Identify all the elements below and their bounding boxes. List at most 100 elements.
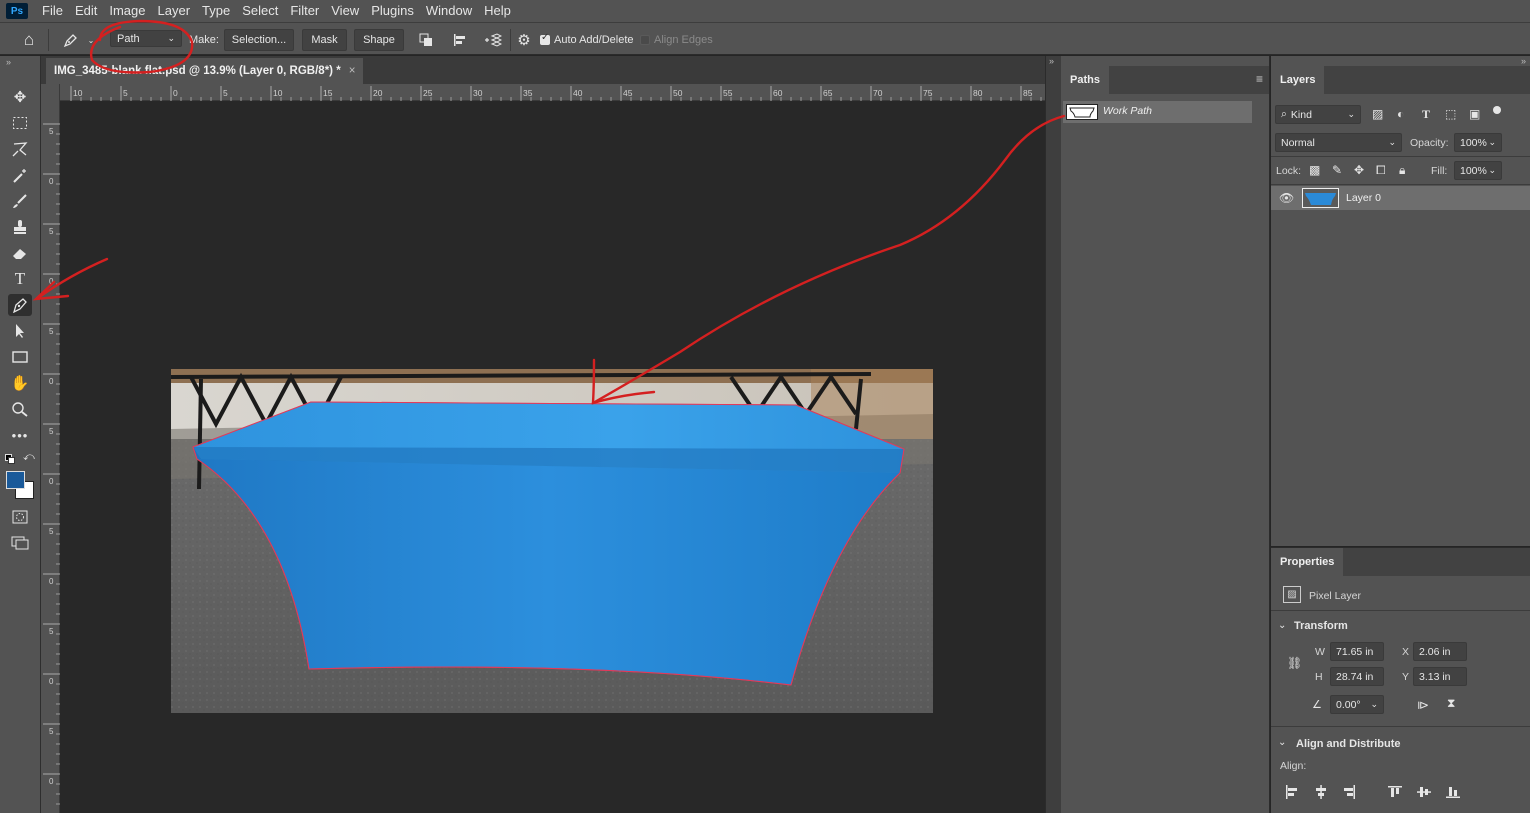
move-tool-icon[interactable]: ✥ <box>8 86 32 108</box>
pen-tool-preset-icon[interactable] <box>58 29 84 51</box>
brush-tool-icon[interactable] <box>8 190 32 212</box>
align-vertical-centers-icon[interactable] <box>1417 785 1431 802</box>
path-arrangement-icon[interactable] <box>482 29 504 51</box>
hand-tool-icon[interactable]: ✋ <box>8 372 32 394</box>
eraser-tool-icon[interactable] <box>8 242 32 264</box>
menu-image[interactable]: Image <box>103 0 151 22</box>
zoom-tool-icon[interactable] <box>8 398 32 420</box>
magic-wand-tool-icon[interactable] <box>8 164 32 186</box>
menu-filter[interactable]: Filter <box>284 0 325 22</box>
chevron-down-icon[interactable]: ⌄ <box>1278 736 1286 750</box>
marquee-tool-icon[interactable] <box>8 112 32 134</box>
lasso-tool-icon[interactable] <box>8 138 32 160</box>
foreground-color-swatch[interactable] <box>6 471 25 489</box>
eye-visibility-icon[interactable]: 👁︎ <box>1279 191 1294 205</box>
tab-paths[interactable]: Paths <box>1061 66 1109 94</box>
x-field[interactable]: 2.06 in <box>1413 642 1467 661</box>
make-selection-button[interactable]: Selection... <box>224 29 294 51</box>
link-dimensions-icon[interactable]: ⛓︎ <box>1287 656 1302 670</box>
home-icon[interactable]: ⌂ <box>16 29 42 51</box>
menu-file[interactable]: File <box>36 0 69 22</box>
ruler-label: 65 <box>823 88 833 98</box>
make-shape-button[interactable]: Shape <box>354 29 404 51</box>
menu-edit[interactable]: Edit <box>69 0 103 22</box>
blend-mode-select[interactable]: Normal ⌄ <box>1275 133 1402 152</box>
layer-filter-kind-select[interactable]: ⌕ Kind ⌄ <box>1275 105 1361 124</box>
menu-type[interactable]: Type <box>196 0 236 22</box>
filter-pixel-icon[interactable]: ▨ <box>1372 107 1383 121</box>
tools-panel: » ✥ T ✋ ••• ⤺ <box>0 56 41 813</box>
lock-artboard-icon[interactable]: ⧠ <box>1376 163 1386 177</box>
lock-position-icon[interactable]: ✥ <box>1354 163 1364 177</box>
chevron-down-icon[interactable]: ⌄ <box>1278 619 1286 633</box>
y-field[interactable]: 3.13 in <box>1413 667 1467 686</box>
vertical-ruler[interactable]: 5 0 5 0 5 0 5 0 5 0 5 0 5 0 <box>41 84 60 813</box>
align-edges-checkbox[interactable]: Align Edges <box>640 29 713 51</box>
ruler-label: 60 <box>773 88 783 98</box>
default-colors-icon[interactable] <box>5 453 15 464</box>
ruler-label: 0 <box>49 177 54 186</box>
close-icon[interactable]: × <box>349 65 356 77</box>
make-mask-button[interactable]: Mask <box>302 29 347 51</box>
pen-tool-icon[interactable] <box>8 294 32 316</box>
align-horizontal-centers-icon[interactable] <box>1314 785 1328 802</box>
screen-mode-icon[interactable] <box>8 532 32 554</box>
angle-field[interactable]: 0.00° ⌄ <box>1330 695 1384 714</box>
menu-view[interactable]: View <box>325 0 365 22</box>
height-field[interactable]: 28.74 in <box>1330 667 1384 686</box>
tab-layers[interactable]: Layers <box>1271 66 1325 94</box>
fill-field[interactable]: 100% ⌄ <box>1454 161 1502 180</box>
type-tool-icon[interactable]: T <box>8 268 32 290</box>
auto-add-delete-label: Auto Add/Delete <box>554 34 634 46</box>
filter-smart-object-icon[interactable]: ▣ <box>1469 107 1480 121</box>
auto-add-delete-checkbox[interactable]: Auto Add/Delete <box>540 29 634 51</box>
path-selection-tool-icon[interactable] <box>8 320 32 342</box>
filter-toggle-icon[interactable] <box>1493 106 1501 114</box>
gear-icon[interactable]: ⚙ <box>514 29 534 51</box>
angle-icon: ∠ <box>1312 699 1322 711</box>
panel-menu-icon[interactable]: ≡ <box>1256 72 1263 86</box>
width-label: W <box>1315 646 1325 658</box>
lock-image-pixels-icon[interactable]: ✎ <box>1332 163 1342 177</box>
collapse-toolbar-icon[interactable]: » <box>6 57 11 67</box>
align-top-edges-icon[interactable] <box>1388 785 1402 802</box>
preset-chevron-icon[interactable]: ⌄ <box>86 29 96 51</box>
document-tab[interactable]: IMG_3485-blank flat.psd @ 13.9% (Layer 0… <box>46 58 364 84</box>
document-image[interactable] <box>170 369 933 713</box>
more-tools-icon[interactable]: ••• <box>8 424 32 446</box>
opacity-field[interactable]: 100% ⌄ <box>1454 133 1502 152</box>
menu-help[interactable]: Help <box>478 0 517 22</box>
quick-mask-icon[interactable] <box>8 506 32 528</box>
layer-row[interactable]: 👁︎ Layer 0 <box>1271 186 1530 210</box>
filter-shape-icon[interactable]: ⬚ <box>1445 107 1456 121</box>
properties-panel: Properties ▨ Pixel Layer ⌄ Transform ⛓︎ … <box>1271 547 1530 813</box>
menu-layer[interactable]: Layer <box>152 0 197 22</box>
kind-label: Kind <box>1290 108 1312 121</box>
collapse-dock-icon[interactable]: » <box>1521 56 1526 66</box>
align-bottom-edges-icon[interactable] <box>1446 785 1460 802</box>
rectangle-tool-icon[interactable] <box>8 346 32 368</box>
filter-adjustment-icon[interactable]: ◐ <box>1397 107 1404 121</box>
tab-properties[interactable]: Properties <box>1271 548 1344 576</box>
path-alignment-icon[interactable] <box>450 29 470 51</box>
horizontal-ruler[interactable]: 10 5 0 5 10 15 20 25 30 35 40 45 50 55 60 65 70 75 80 85 <box>60 84 1045 101</box>
align-right-edges-icon[interactable] <box>1342 785 1356 802</box>
align-left-edges-icon[interactable] <box>1285 785 1299 802</box>
document-title: IMG_3485-blank flat.psd @ 13.9% (Layer 0… <box>54 65 341 77</box>
filter-type-icon[interactable]: T <box>1422 107 1430 121</box>
tool-mode-select[interactable]: Path ⌄ <box>110 30 182 47</box>
menu-plugins[interactable]: Plugins <box>365 0 420 22</box>
clone-stamp-tool-icon[interactable] <box>8 216 32 238</box>
flip-horizontal-icon[interactable]: ⧐ <box>1417 698 1429 712</box>
lock-all-icon[interactable]: 🔒︎ <box>1399 163 1405 177</box>
width-field[interactable]: 71.65 in <box>1330 642 1384 661</box>
swap-colors-icon[interactable]: ⤺ <box>23 451 35 464</box>
ruler-label: 5 <box>49 227 54 236</box>
path-operations-icon[interactable] <box>416 29 436 51</box>
path-row-work-path[interactable]: Work Path <box>1063 101 1252 123</box>
flip-vertical-icon[interactable]: ⧗ <box>1447 696 1455 710</box>
lock-transparent-pixels-icon[interactable]: ▩ <box>1309 163 1320 177</box>
menu-select[interactable]: Select <box>236 0 284 22</box>
expand-panels-icon[interactable]: » <box>1049 56 1054 66</box>
menu-window[interactable]: Window <box>420 0 478 22</box>
